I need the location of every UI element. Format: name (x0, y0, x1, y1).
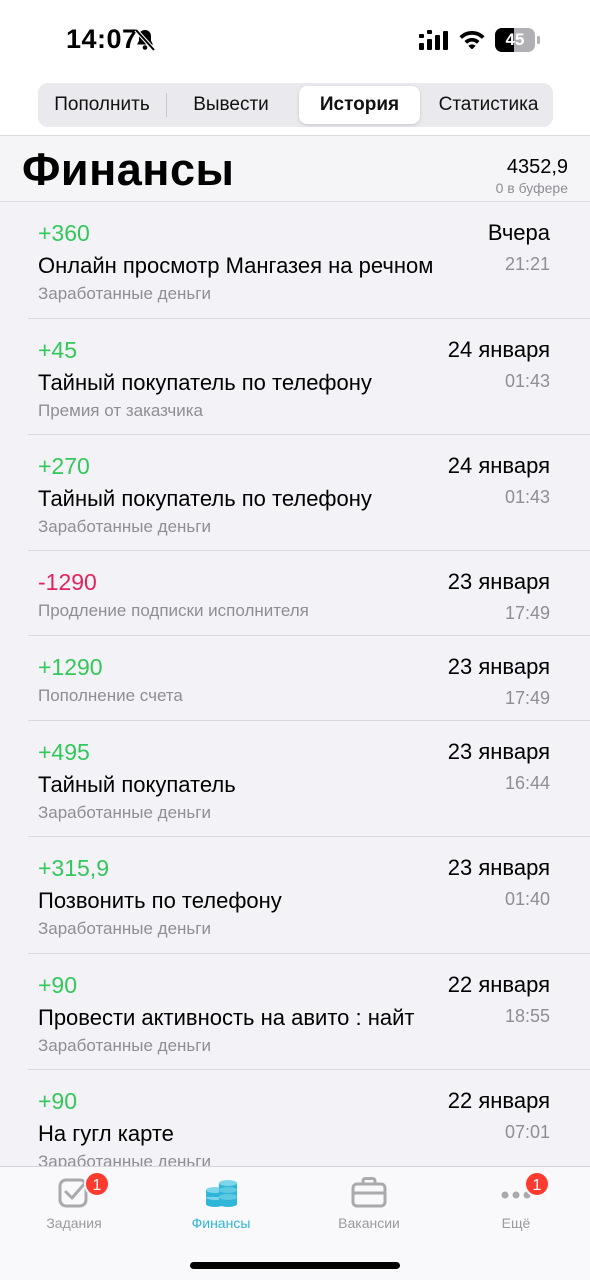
transaction-time: 01:40 (504, 889, 550, 909)
transaction-row[interactable]: +360 Вчера Онлайн просмотр Мангазея на р… (0, 202, 590, 319)
transaction-time: 18:55 (504, 1006, 550, 1026)
transaction-amount: +495 (38, 739, 90, 765)
transaction-amount: -1290 (38, 569, 97, 595)
transaction-title: Тайный покупатель (38, 772, 236, 797)
transaction-date: 23 января (447, 654, 550, 679)
transaction-title: Тайный покупатель по телефону (38, 370, 372, 395)
transaction-subtitle: Заработанные деньги (38, 1152, 211, 1166)
transaction-time: 07:01 (504, 1122, 550, 1142)
battery-level: 45 (505, 30, 525, 49)
transaction-time: 01:43 (504, 371, 550, 391)
transaction-date: 23 января (447, 739, 550, 764)
wifi-icon (459, 31, 485, 49)
transaction-amount: +270 (38, 453, 90, 479)
transaction-amount: +90 (38, 972, 78, 998)
transaction-date: 23 января (447, 569, 550, 594)
transaction-date: 24 января (447, 337, 550, 362)
transaction-date: Вчера (487, 220, 550, 245)
transaction-amount: +45 (38, 337, 78, 363)
home-indicator[interactable] (190, 1262, 400, 1269)
more-badge: 1 (524, 1171, 550, 1197)
transaction-title: На гугл карте (38, 1121, 174, 1146)
tab-label: Ещё (501, 1215, 531, 1231)
segment-area: Пополнить Вывести История Статистика (0, 80, 590, 135)
status-bar: 14:07 45 (0, 0, 590, 80)
finance-header: Финансы 4352,9 0 в буфере (0, 135, 590, 202)
tab-label: Задания (46, 1215, 102, 1231)
tab-more[interactable]: 1 Ещё (456, 1167, 576, 1247)
transaction-title: Тайный покупатель по телефону (38, 486, 372, 511)
transaction-time: 01:43 (504, 487, 550, 507)
coins-icon (206, 1180, 237, 1207)
transaction-row[interactable]: +315,9 23 января Позвонить по телефону 0… (0, 837, 590, 954)
transaction-subtitle: Заработанные деньги (38, 284, 211, 303)
transaction-row[interactable]: +1290 23 января Пополнение счета 17:49 (0, 636, 590, 721)
balance-value: 4352,9 (506, 156, 568, 178)
cellular-signal-icon (419, 30, 448, 50)
transaction-row[interactable]: +90 22 января На гугл карте 07:01 Зарабо… (0, 1070, 590, 1166)
transaction-subtitle: Заработанные деньги (38, 1036, 211, 1055)
transaction-amount: +360 (38, 220, 90, 246)
transaction-row[interactable]: +495 23 января Тайный покупатель 16:44 З… (0, 721, 590, 837)
battery-icon: 45 (495, 28, 541, 52)
transaction-amount: +90 (38, 1088, 78, 1114)
transaction-subtitle: Премия от заказчика (38, 401, 204, 420)
transaction-time: 17:49 (504, 603, 550, 623)
transaction-title: Провести активность на авито : найт (38, 1005, 415, 1030)
transaction-time: 16:44 (504, 773, 550, 793)
tab-deposit[interactable]: Пополнить (38, 83, 166, 127)
tab-history[interactable]: История (299, 86, 420, 124)
transaction-subtitle: Пополнение счета (38, 686, 183, 705)
tab-tasks[interactable]: 1 Задания (14, 1167, 134, 1247)
transaction-time: 21:21 (504, 254, 550, 274)
segmented-control: Пополнить Вывести История Статистика (38, 83, 553, 127)
transaction-date: 22 января (447, 972, 550, 997)
transaction-date: 23 января (447, 855, 550, 880)
transaction-date: 24 января (447, 453, 550, 478)
page-title: Финансы (22, 144, 235, 195)
transaction-subtitle: Заработанные деньги (38, 517, 211, 536)
tab-label: Вакансии (338, 1215, 400, 1231)
transaction-row[interactable]: +270 24 января Тайный покупатель по теле… (0, 435, 590, 551)
transaction-amount: +1290 (38, 654, 103, 680)
tab-withdraw[interactable]: Вывести (167, 83, 295, 127)
transaction-row[interactable]: +90 22 января Провести активность на ави… (0, 954, 590, 1070)
status-time: 14:07 (66, 24, 138, 54)
transaction-row[interactable]: +45 24 января Тайный покупатель по телеф… (0, 319, 590, 435)
tab-vacancies[interactable]: Вакансии (309, 1167, 429, 1247)
tasks-badge: 1 (84, 1171, 110, 1197)
transaction-subtitle: Продление подписки исполнителя (38, 601, 309, 620)
transaction-subtitle: Заработанные деньги (38, 803, 211, 822)
tab-label: Финансы (191, 1215, 251, 1231)
transaction-time: 17:49 (504, 688, 550, 708)
tab-finance[interactable]: Финансы (161, 1167, 281, 1247)
briefcase-icon (351, 1177, 387, 1208)
transaction-date: 22 января (447, 1088, 550, 1113)
transaction-title: Позвонить по телефону (38, 888, 282, 913)
transaction-row[interactable]: -1290 23 января Продление подписки испол… (0, 551, 590, 636)
bell-slash-icon (134, 28, 156, 52)
transaction-amount: +315,9 (38, 855, 109, 881)
transaction-title: Онлайн просмотр Мангазея на речном (38, 253, 434, 278)
transaction-subtitle: Заработанные деньги (38, 919, 211, 938)
buffer-value: 0 в буфере (495, 180, 568, 196)
transaction-list[interactable]: +360 Вчера Онлайн просмотр Мангазея на р… (0, 202, 590, 1166)
tab-statistics[interactable]: Статистика (424, 83, 553, 127)
